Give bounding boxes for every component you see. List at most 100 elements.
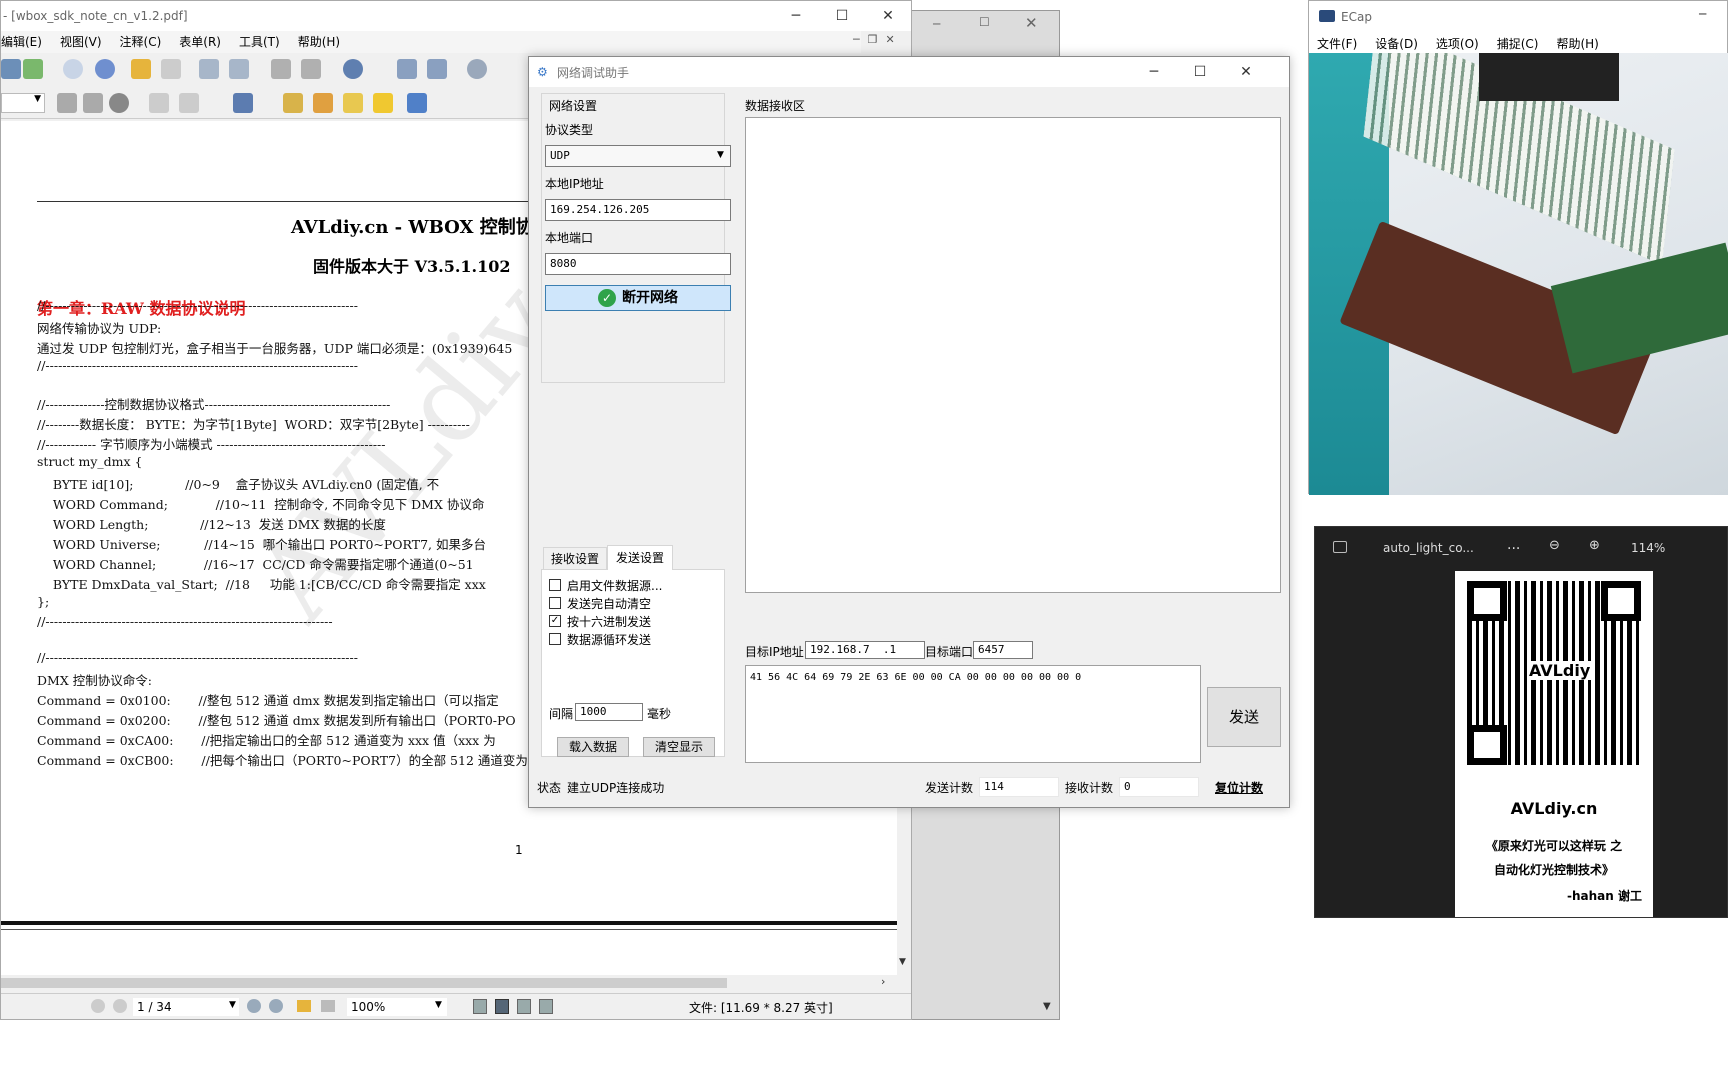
minimize-icon[interactable]: ─ [1131, 57, 1177, 87]
paste-icon[interactable] [229, 59, 249, 79]
local-port-input[interactable]: 8080 [545, 253, 731, 275]
menu-view[interactable]: 视图(V) [60, 35, 102, 49]
option-checkbox[interactable]: ✓ [549, 615, 561, 627]
highlight-icon[interactable] [283, 93, 303, 113]
next-page-icon[interactable] [247, 999, 261, 1013]
doc-line: WORD Command; //10~11 控制命令, 不同命令见下 DMX 协… [37, 497, 485, 512]
continuous-icon[interactable] [495, 999, 509, 1014]
scroll-thumb[interactable] [1, 978, 727, 988]
edit-icon[interactable] [313, 93, 333, 113]
copy-icon[interactable] [199, 59, 219, 79]
comment-icon[interactable] [373, 93, 393, 113]
doc-line: BYTE DmxData_val_Start; //18 功能 1:[CB/CC… [37, 577, 486, 592]
print-icon[interactable] [1, 59, 21, 79]
target-ip-input[interactable]: 192.168.7 .1 [805, 641, 925, 659]
tab-send-settings[interactable]: 发送设置 [607, 545, 673, 570]
option-label: 按十六进制发送 [567, 615, 652, 629]
pen-icon[interactable] [233, 93, 253, 113]
tab-recv-settings[interactable]: 接收设置 [543, 547, 607, 569]
zoom-field[interactable]: 100% [347, 998, 447, 1016]
last-page-icon[interactable] [83, 93, 103, 113]
option-checkbox[interactable] [549, 579, 561, 591]
menu-file[interactable]: 文件(F) [1317, 37, 1357, 51]
fit-width-icon[interactable] [427, 59, 447, 79]
page-down-icon[interactable] [95, 59, 115, 79]
zoom-out-icon[interactable]: ⊖ [1549, 538, 1560, 553]
arrow-icon[interactable] [407, 93, 427, 113]
redo-icon[interactable] [301, 59, 321, 79]
interval-input[interactable]: 1000 [575, 703, 643, 721]
qr-card: AVLdiy AVLdiy.cn 《原来灯光可以这样玩 之 自动化灯光控制技术》… [1455, 571, 1653, 917]
close-icon[interactable]: ✕ [865, 1, 911, 31]
menu-capture[interactable]: 捕捉(C) [1497, 37, 1539, 51]
menu-edit[interactable]: 编辑(E) [1, 35, 42, 49]
more-icon[interactable]: ... [1507, 537, 1520, 553]
minimize-icon[interactable]: ─ [1699, 7, 1706, 21]
text-box-icon[interactable] [343, 93, 363, 113]
close-icon[interactable]: ✕ [1025, 14, 1038, 32]
menu-form[interactable]: 表单(R) [179, 35, 221, 49]
single-page-icon[interactable] [473, 999, 487, 1014]
menu-annotate[interactable]: 注释(C) [120, 35, 162, 49]
email-icon[interactable] [23, 59, 43, 79]
image-icon[interactable] [1333, 541, 1347, 553]
ecap-menu-bar: 文件(F) 设备(D) 选项(O) 捕捉(C) 帮助(H) [1317, 35, 1617, 52]
target-port-input[interactable]: 6457 [973, 641, 1033, 659]
horizontal-scrollbar[interactable]: › [1, 975, 897, 991]
maximize-icon[interactable]: ☐ [979, 15, 990, 29]
menu-help[interactable]: 帮助(H) [298, 35, 340, 49]
qr-finder-tl [1467, 581, 1507, 621]
scroll-down-icon[interactable]: ▼ [899, 957, 906, 967]
forward-icon[interactable] [321, 1000, 335, 1012]
toolbar-dropdown[interactable]: ▼ [1, 93, 45, 113]
zoom-in-icon[interactable]: ⊕ [1589, 538, 1600, 553]
back-icon[interactable] [297, 1000, 311, 1012]
zoom-out-icon[interactable] [467, 59, 487, 79]
menu-help[interactable]: 帮助(H) [1556, 37, 1598, 51]
option-checkbox[interactable] [549, 597, 561, 609]
zoom-in-icon[interactable] [343, 59, 363, 79]
file-info: 文件: [11.69 * 8.27 英寸] [689, 1001, 833, 1015]
back-icon[interactable] [131, 59, 151, 79]
send-button[interactable]: 发送 [1207, 687, 1281, 747]
search-icon[interactable] [109, 93, 129, 113]
chevron-down-icon[interactable]: ▼ [435, 1000, 442, 1010]
chevron-down-icon[interactable]: ▼ [717, 150, 724, 160]
menu-options[interactable]: 选项(O) [1436, 37, 1479, 51]
menu-device[interactable]: 设备(D) [1375, 37, 1418, 51]
doc-heading: AVLdiy.cn - WBOX 控制协 [291, 217, 534, 238]
book-icon[interactable] [539, 999, 553, 1014]
recv-area[interactable] [745, 117, 1281, 593]
first-page-icon[interactable] [91, 999, 105, 1013]
chevron-down-icon[interactable]: ▼ [229, 1000, 236, 1010]
scroll-down-icon[interactable]: ▼ [1043, 1001, 1051, 1012]
first-page-icon[interactable] [57, 93, 77, 113]
reset-count-link[interactable]: 复位计数 [1215, 779, 1263, 796]
undo-icon[interactable] [271, 59, 291, 79]
minimize-icon[interactable]: ─ [773, 1, 819, 31]
mdi-controls[interactable]: ─❐✕ [853, 33, 909, 51]
page-up-icon[interactable] [63, 59, 83, 79]
option-checkbox[interactable] [549, 633, 561, 645]
local-ip-input[interactable]: 169.254.126.205 [545, 199, 731, 221]
disconnect-button[interactable]: ✓ 断开网络 [545, 285, 731, 311]
maximize-icon[interactable]: ☐ [1177, 57, 1223, 87]
last-page-icon[interactable] [269, 999, 283, 1013]
protocol-select[interactable]: UDP [545, 145, 731, 167]
prev-page-icon[interactable] [113, 999, 127, 1013]
load-data-button[interactable]: 载入数据 [557, 737, 629, 757]
close-icon[interactable]: ✕ [1223, 57, 1269, 87]
scroll-right-icon[interactable]: › [881, 975, 885, 988]
fit-page-icon[interactable] [397, 59, 417, 79]
maximize-icon[interactable]: ☐ [819, 1, 865, 31]
clear-display-button[interactable]: 清空显示 [643, 737, 715, 757]
minimize-icon[interactable]: ─ [933, 17, 940, 31]
doc-line: //--------------------------------------… [37, 614, 333, 629]
forward-icon[interactable] [161, 59, 181, 79]
select-icon[interactable] [149, 93, 169, 113]
send-area[interactable]: 41 56 4C 64 69 79 2E 63 6E 00 00 CA 00 0… [745, 665, 1201, 763]
grid-icon[interactable] [179, 93, 199, 113]
facing-icon[interactable] [517, 999, 531, 1014]
page-field[interactable]: 1 / 34 [133, 998, 239, 1016]
menu-tools[interactable]: 工具(T) [239, 35, 280, 49]
